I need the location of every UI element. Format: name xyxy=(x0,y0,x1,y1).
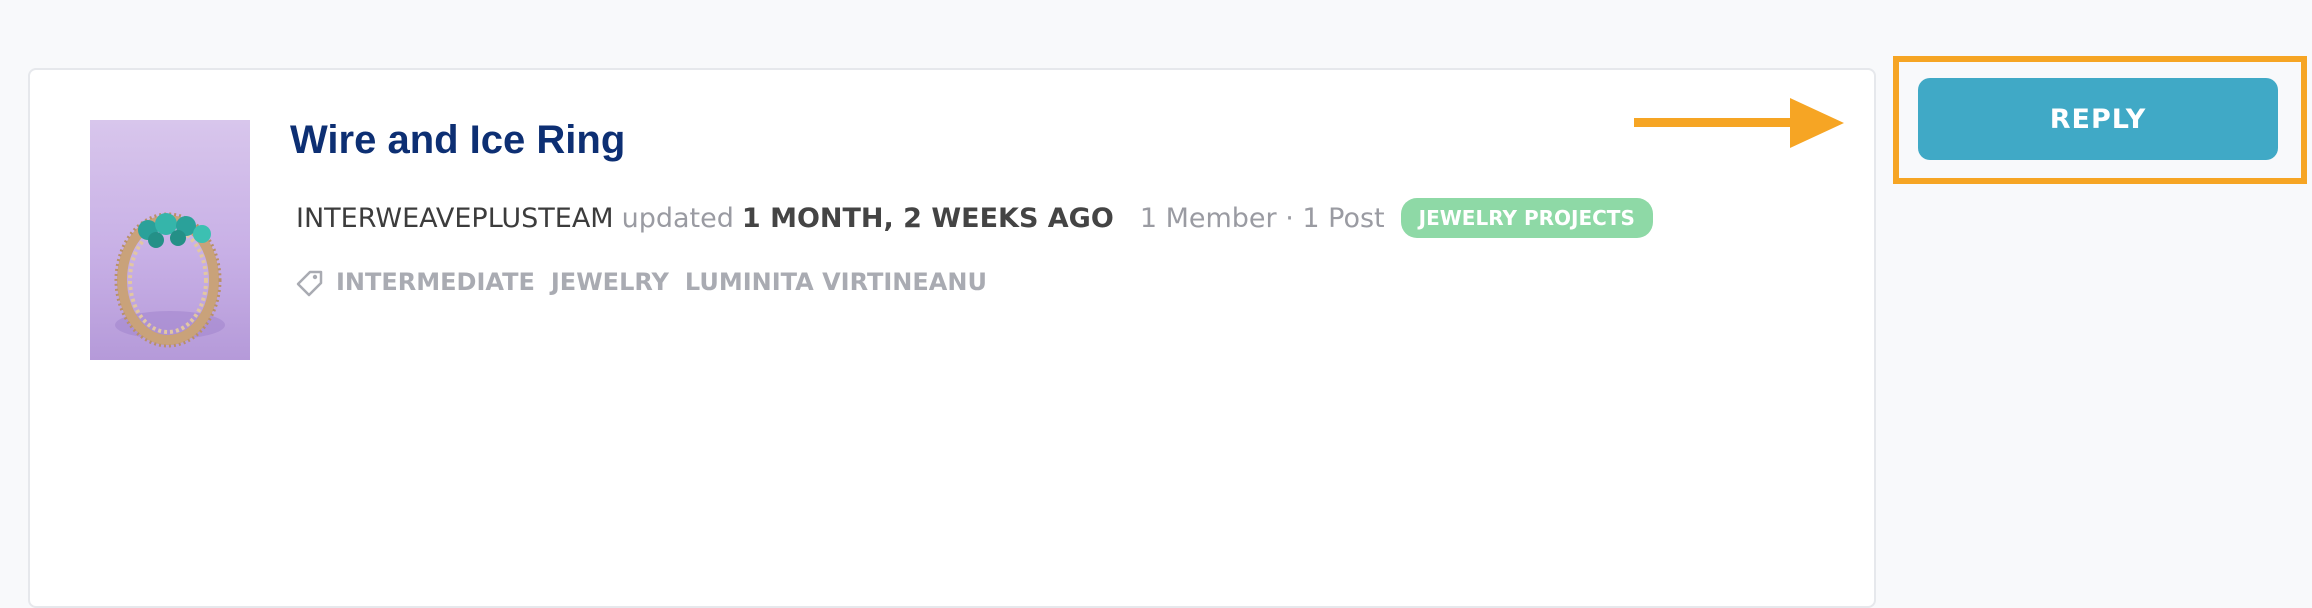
topic-title[interactable]: Wire and Ice Ring xyxy=(290,118,625,163)
reply-button[interactable]: REPLY xyxy=(1918,78,2278,160)
arrow-right-icon xyxy=(1634,98,1844,148)
author-link[interactable]: INTERWEAVEPLUSTEAM xyxy=(296,203,614,234)
tag-jewelry[interactable]: JEWELRY xyxy=(551,268,669,296)
topic-thumbnail[interactable] xyxy=(90,120,250,360)
tag-list: INTERMEDIATE JEWELRY LUMINITA VIRTINEANU xyxy=(292,262,1003,302)
updated-label: updated xyxy=(621,202,734,234)
tag-icon xyxy=(296,270,323,297)
forum-badge[interactable]: JEWELRY PROJECTS xyxy=(1400,198,1653,238)
member-post-count: 1 Member · 1 Post xyxy=(1139,202,1385,234)
tag-intermediate[interactable]: INTERMEDIATE xyxy=(336,268,535,296)
updated-time: 1 MONTH, 2 WEEKS AGO xyxy=(741,202,1114,234)
tag-luminita-virtineanu[interactable]: LUMINITA VIRTINEANU xyxy=(685,268,987,296)
ring-image xyxy=(114,212,225,348)
topic-meta: INTERWEAVEPLUSTEAM updated 1 MONTH, 2 WE… xyxy=(296,198,1653,238)
